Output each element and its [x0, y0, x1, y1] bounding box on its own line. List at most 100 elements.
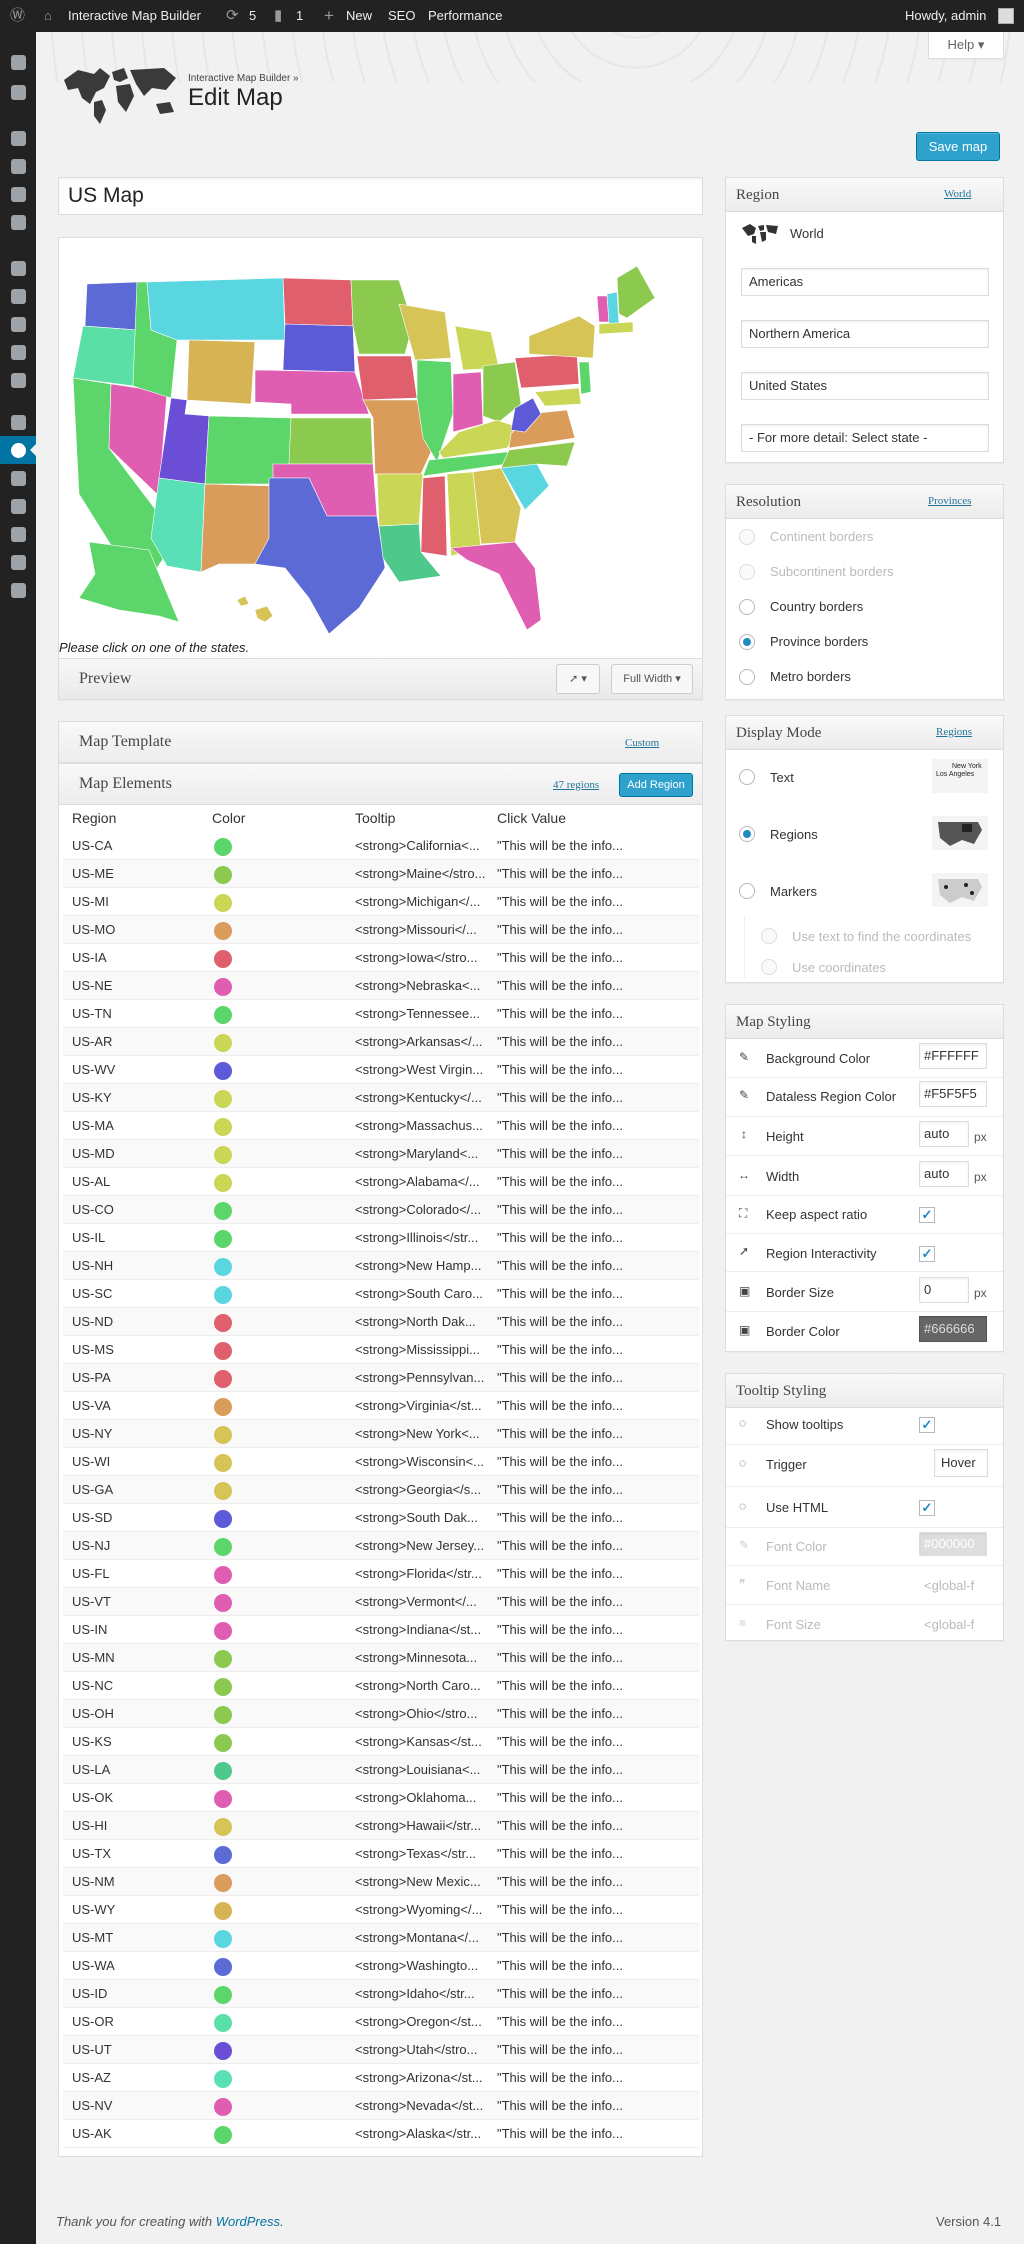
color-swatch[interactable]: [214, 2098, 232, 2116]
region-level-2-select[interactable]: Northern America: [741, 320, 989, 348]
color-swatch[interactable]: [214, 978, 232, 996]
interactivity-checkbox[interactable]: ✓: [919, 1246, 935, 1262]
height-input[interactable]: auto: [919, 1121, 969, 1147]
table-row[interactable]: US-AL <strong>Alabama</... "This will be t…: [63, 1168, 699, 1196]
metro-borders-label[interactable]: Metro borders: [770, 669, 851, 684]
table-row[interactable]: US-MS <strong>Mississippi... "This will be…: [63, 1336, 699, 1364]
table-row[interactable]: US-KY <strong>Kentucky</... "This will be …: [63, 1084, 699, 1112]
table-row[interactable]: US-VT <strong>Vermont</... "This will be t…: [63, 1588, 699, 1616]
color-swatch[interactable]: [214, 2070, 232, 2088]
table-row[interactable]: US-MO <strong>Missouri</... "This will be …: [63, 916, 699, 944]
color-swatch[interactable]: [214, 1314, 232, 1332]
table-row[interactable]: US-GA <strong>Georgia</s... "This will be …: [63, 1476, 699, 1504]
use-html-checkbox[interactable]: ✓: [919, 1500, 935, 1516]
posts-menu-icon[interactable]: [0, 124, 36, 152]
avatar[interactable]: [998, 8, 1014, 24]
trigger-select[interactable]: Hover: [934, 1449, 988, 1477]
show-tooltips-checkbox[interactable]: ✓: [919, 1417, 935, 1433]
table-row[interactable]: US-CO <strong>Colorado</... "This will be …: [63, 1196, 699, 1224]
table-row[interactable]: US-WI <strong>Wisconsin<... "This will be …: [63, 1448, 699, 1476]
width-select[interactable]: Full Width ▾: [611, 664, 693, 694]
comments-menu-icon[interactable]: [0, 208, 36, 236]
table-row[interactable]: US-MT <strong>Montana</... "This will be t…: [63, 1924, 699, 1952]
aspect-ratio-checkbox[interactable]: ✓: [919, 1207, 935, 1223]
table-row[interactable]: US-TN <strong>Tennessee... "This will be t…: [63, 1000, 699, 1028]
table-row[interactable]: US-MD <strong>Maryland<... "This will be t…: [63, 1140, 699, 1168]
table-row[interactable]: US-IN <strong>Indiana</st... "This will be…: [63, 1616, 699, 1644]
table-row[interactable]: US-NH <strong>New Hamp... "This will be th…: [63, 1252, 699, 1280]
color-swatch[interactable]: [214, 1874, 232, 1892]
user-greeting[interactable]: Howdy, admin: [905, 0, 986, 32]
updates-count[interactable]: 5: [249, 0, 256, 32]
dashboard-menu-icon[interactable]: [0, 48, 36, 76]
color-swatch[interactable]: [214, 1258, 232, 1276]
region-level-3-select[interactable]: United States: [741, 372, 989, 400]
color-swatch[interactable]: [214, 1538, 232, 1556]
color-swatch[interactable]: [214, 1118, 232, 1136]
color-swatch[interactable]: [214, 1958, 232, 1976]
color-swatch[interactable]: [214, 1202, 232, 1220]
pages-menu-icon[interactable]: [0, 180, 36, 208]
seo-menu-icon[interactable]: [0, 408, 36, 436]
table-row[interactable]: US-PA <strong>Pennsylvan... "This will be …: [63, 1364, 699, 1392]
wordpress-logo-icon[interactable]: Ⓦ: [10, 0, 25, 32]
color-swatch[interactable]: [214, 1622, 232, 1640]
color-swatch[interactable]: [214, 1090, 232, 1108]
new-link[interactable]: New: [346, 0, 372, 32]
appearance-menu-icon[interactable]: [0, 254, 36, 282]
color-swatch[interactable]: [214, 950, 232, 968]
color-swatch[interactable]: [214, 866, 232, 884]
border-size-input[interactable]: 0: [919, 1277, 969, 1303]
resolution-provinces-link[interactable]: Provinces: [928, 495, 971, 507]
seo-link[interactable]: SEO: [388, 0, 415, 32]
color-swatch[interactable]: [214, 1566, 232, 1584]
color-swatch[interactable]: [214, 1146, 232, 1164]
table-row[interactable]: US-ID <strong>Idaho</str... "This will be …: [63, 1980, 699, 2008]
color-swatch[interactable]: [214, 2042, 232, 2060]
color-swatch[interactable]: [214, 1230, 232, 1248]
table-row[interactable]: US-WY <strong>Wyoming</... "This will be t…: [63, 1896, 699, 1924]
regions-mode-label[interactable]: Regions: [770, 827, 818, 842]
m-menu-icon[interactable]: [0, 548, 36, 576]
table-row[interactable]: US-NE <strong>Nebraska<... "This will be t…: [63, 972, 699, 1000]
jetpack-menu-icon[interactable]: [0, 78, 36, 106]
color-swatch[interactable]: [214, 2014, 232, 2032]
table-row[interactable]: US-IL <strong>Illinois</str... "This will …: [63, 1224, 699, 1252]
color-swatch[interactable]: [214, 1398, 232, 1416]
border-color-input[interactable]: #666666: [919, 1316, 987, 1342]
province-borders-radio[interactable]: [739, 634, 755, 650]
help-tab[interactable]: Help ▾: [928, 32, 1004, 59]
table-row[interactable]: US-OH <strong>Ohio</stro... "This will be …: [63, 1700, 699, 1728]
color-swatch[interactable]: [214, 1818, 232, 1836]
table-row[interactable]: US-NY <strong>New York<... "This will be t…: [63, 1420, 699, 1448]
table-row[interactable]: US-CA <strong>California<... "This will be…: [63, 832, 699, 860]
table-row[interactable]: US-MA <strong>Massachus... "This will be t…: [63, 1112, 699, 1140]
region-world-link[interactable]: World: [944, 188, 971, 200]
breadcrumb[interactable]: Interactive Map Builder »: [188, 73, 299, 84]
table-row[interactable]: US-AZ <strong>Arizona</st... "This will be…: [63, 2064, 699, 2092]
color-swatch[interactable]: [214, 1594, 232, 1612]
table-row[interactable]: US-HI <strong>Hawaii</str... "This will be…: [63, 1812, 699, 1840]
table-row[interactable]: US-WV <strong>West Virgin... "This will be…: [63, 1056, 699, 1084]
map-builder-menu-icon[interactable]: [0, 436, 36, 464]
country-borders-radio[interactable]: [739, 599, 755, 615]
province-borders-label[interactable]: Province borders: [770, 634, 868, 649]
table-row[interactable]: US-SD <strong>South Dak... "This will be t…: [63, 1504, 699, 1532]
color-swatch[interactable]: [214, 2126, 232, 2144]
table-row[interactable]: US-OK <strong>Oklahoma... "This will be th…: [63, 1784, 699, 1812]
save-map-button[interactable]: Save map: [916, 132, 1000, 161]
tools-menu-icon[interactable]: [0, 338, 36, 366]
color-swatch[interactable]: [214, 1930, 232, 1948]
comments-count[interactable]: 1: [296, 0, 303, 32]
users-menu-icon[interactable]: [0, 310, 36, 338]
color-swatch[interactable]: [214, 1678, 232, 1696]
map-preview-box[interactable]: [58, 237, 703, 700]
text-mode-label[interactable]: Text: [770, 770, 794, 785]
table-row[interactable]: US-LA <strong>Louisiana<... "This will be …: [63, 1756, 699, 1784]
color-swatch[interactable]: [214, 1650, 232, 1668]
color-swatch[interactable]: [214, 1902, 232, 1920]
map-template-bar[interactable]: Map Template Custom: [58, 721, 703, 763]
table-row[interactable]: US-VA <strong>Virginia</st... "This will b…: [63, 1392, 699, 1420]
table-row[interactable]: US-WA <strong>Washingto... "This will be t…: [63, 1952, 699, 1980]
color-swatch[interactable]: [214, 1762, 232, 1780]
